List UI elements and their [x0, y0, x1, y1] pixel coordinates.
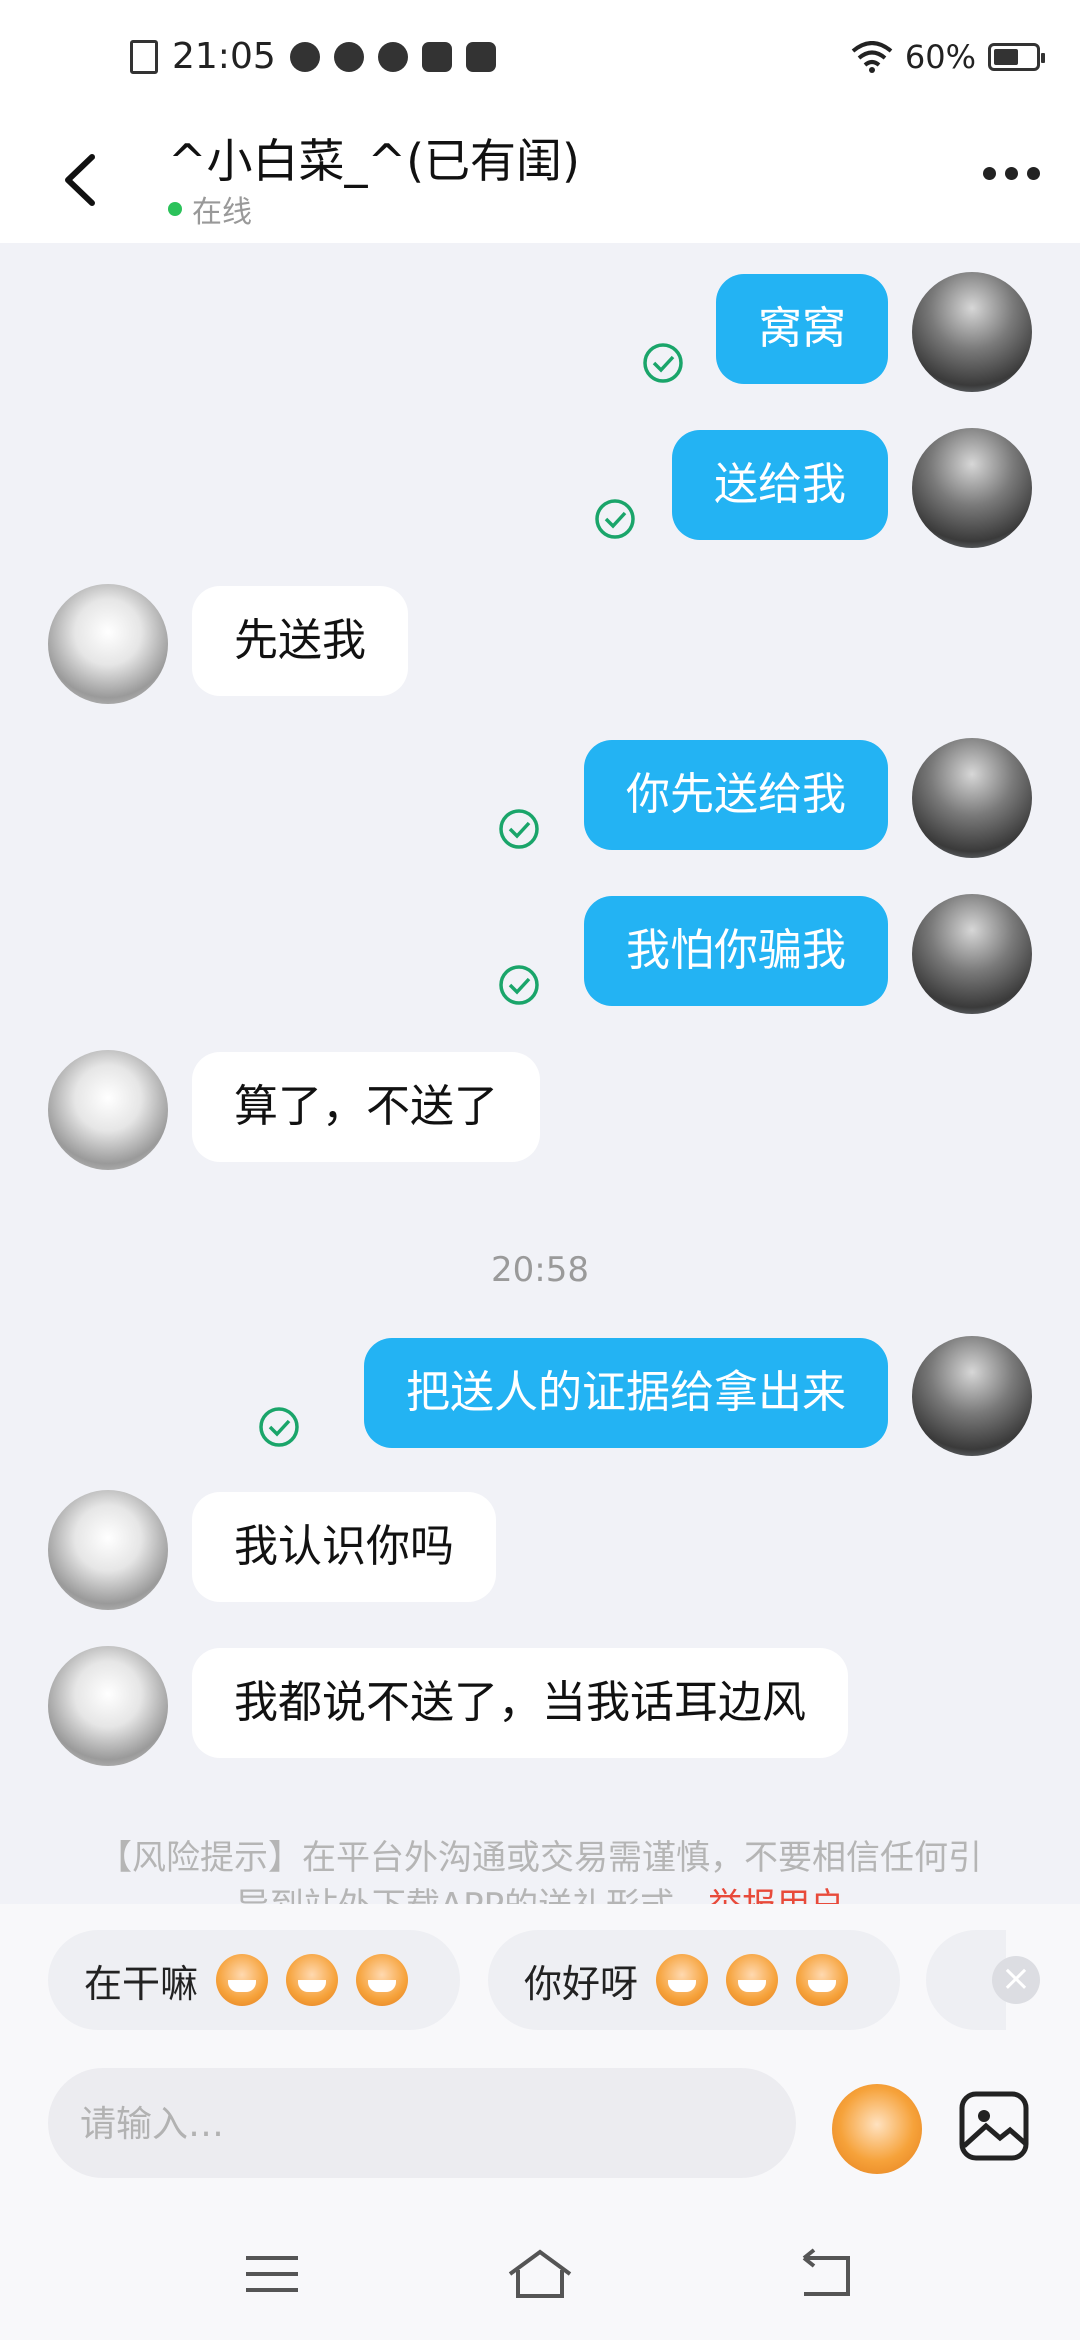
home-nav-icon[interactable] [500, 2244, 580, 2304]
quick-reply-chip[interactable]: 你好呀 [488, 1930, 900, 2030]
menu-nav-icon[interactable] [232, 2244, 312, 2304]
more-dot-icon [1027, 167, 1040, 180]
read-check-icon [595, 499, 635, 539]
message-timestamp: 20:58 [491, 1250, 589, 1290]
system-nav-bar [0, 2200, 1080, 2340]
grin-emoji-icon [216, 1954, 269, 2006]
my-avatar[interactable] [912, 428, 1032, 548]
my-avatar[interactable] [912, 738, 1032, 858]
contact-avatar[interactable] [48, 584, 168, 704]
read-check-icon [643, 343, 683, 383]
my-avatar[interactable] [912, 272, 1032, 392]
back-nav-icon[interactable] [786, 2244, 866, 2304]
message-bubble[interactable]: 我都说不送了，当我话耳边风 [192, 1648, 848, 1758]
back-arrow-icon[interactable] [52, 145, 112, 215]
message-bubble[interactable]: 我怕你骗我 [584, 896, 888, 1006]
shield-icon [465, 41, 496, 72]
contact-avatar[interactable] [48, 1050, 168, 1170]
report-user-link[interactable]: 举报用户 [708, 1886, 844, 1904]
contact-avatar[interactable] [48, 1490, 168, 1610]
message-bubble[interactable]: 先送我 [192, 586, 408, 696]
emoji-sticker-button[interactable] [832, 2084, 922, 2174]
quick-reply-label: 在干嘛 [84, 1961, 199, 2006]
battery-percent: 60% [904, 38, 976, 76]
message-bubble[interactable]: 我认识你吗 [192, 1492, 496, 1602]
message-bubble[interactable]: 把送人的证据给拿出来 [364, 1338, 888, 1448]
chat-title[interactable]: ^小白菜_^(已有闺) [168, 125, 580, 191]
smile-emoji-icon [656, 1954, 709, 2006]
mail-icon [421, 41, 452, 72]
smile-emoji-icon [726, 1954, 779, 2006]
read-check-icon [499, 965, 539, 1005]
online-status: 在线 [168, 187, 252, 231]
risk-notice-text: 【风险提示】在平台外沟通或交易需谨慎，不要相信任何引导到站外下载APP的送礼形式… [98, 1838, 982, 1904]
q-app-icon [377, 41, 408, 72]
contact-avatar[interactable] [48, 1646, 168, 1766]
read-check-icon [259, 1407, 299, 1447]
more-dot-icon [1005, 167, 1018, 180]
image-picker-icon[interactable] [954, 2086, 1034, 2166]
message-bubble[interactable]: 窝窝 [716, 274, 888, 384]
sim-card-icon [130, 39, 158, 74]
message-input[interactable] [78, 2068, 762, 2180]
status-time: 21:05 [172, 36, 276, 77]
message-bubble[interactable]: 你先送给我 [584, 740, 888, 850]
wifi-icon [851, 41, 893, 73]
grin-emoji-icon [286, 1954, 339, 2006]
status-bar: 21:05 60% [0, 0, 1080, 115]
message-input-container[interactable] [48, 2068, 796, 2180]
close-quick-replies-icon[interactable]: × [992, 1956, 1040, 2004]
app-notification-icon [289, 41, 320, 72]
online-status-text: 在线 [192, 195, 252, 230]
smile-emoji-icon [796, 1954, 849, 2006]
grin-emoji-icon [356, 1954, 409, 2006]
more-options-button[interactable] [983, 167, 1040, 180]
quick-reply-label: 你好呀 [524, 1961, 639, 2006]
read-check-icon [499, 809, 539, 849]
my-avatar[interactable] [912, 1336, 1032, 1456]
risk-notice: 【风险提示】在平台外沟通或交易需谨慎，不要相信任何引导到站外下载APP的送礼形式… [90, 1834, 990, 1904]
battery-icon [988, 43, 1045, 71]
tiktok-icon [333, 41, 364, 72]
message-bubble[interactable]: 送给我 [672, 430, 888, 540]
online-dot [168, 202, 182, 216]
chat-header: ^小白菜_^(已有闺) 在线 [0, 115, 1080, 243]
my-avatar[interactable] [912, 894, 1032, 1014]
more-dot-icon [983, 167, 996, 180]
quick-reply-chip[interactable]: 在干嘛 [48, 1930, 460, 2030]
message-bubble[interactable]: 算了，不送了 [192, 1052, 540, 1162]
